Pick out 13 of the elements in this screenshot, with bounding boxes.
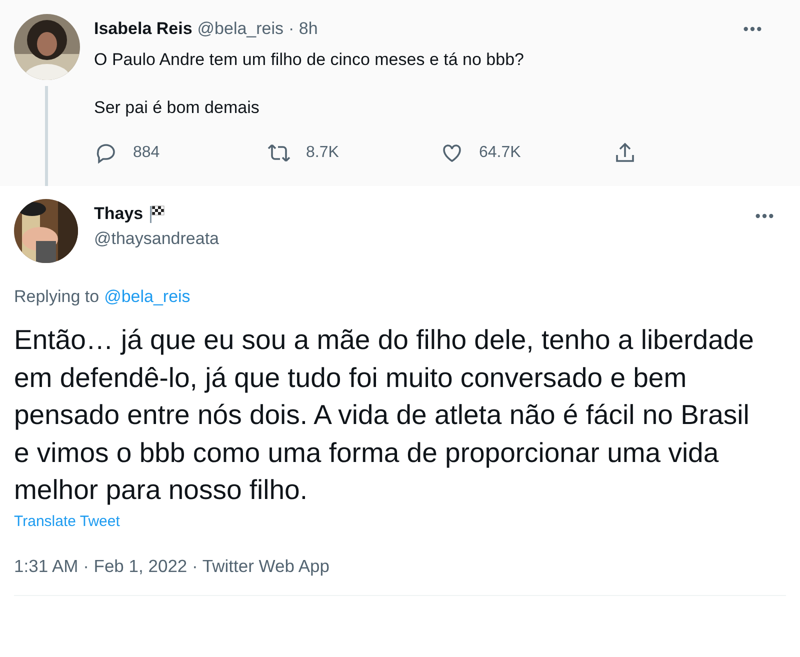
author-name[interactable]: Isabela Reis (94, 19, 192, 39)
replying-label: Replying to (14, 287, 100, 307)
author-handle[interactable]: @thaysandreata (94, 229, 220, 249)
action-count: 884 (133, 144, 160, 162)
author-name[interactable]: Thays (94, 204, 144, 224)
tweet-time: · 8h (288, 19, 318, 39)
tweet-text: Então… já que eu sou a mãe do filho dele, tenho a liberdade em defendê-lo, já que tudo foi muito conversado e bem pensado entre nós dois. A vida de atleta não é fácil no Brasil e vimos o bbb como uma forma de proporcionar uma vida melhor para nosso filho. (14, 323, 754, 507)
tweet-text: Ser pai é bom demais (94, 97, 260, 119)
action-count: 8.7K (306, 144, 339, 162)
author-handle[interactable]: @bela_reis (197, 19, 284, 39)
tweet-text: O Paulo Andre tem um filho de cinco meses e tá no bbb? (94, 49, 525, 71)
tweet-meta: 1:31 AM · Feb 1, 2022 · Twitter Web App (14, 556, 330, 576)
action-count: 64.7K (479, 144, 521, 162)
